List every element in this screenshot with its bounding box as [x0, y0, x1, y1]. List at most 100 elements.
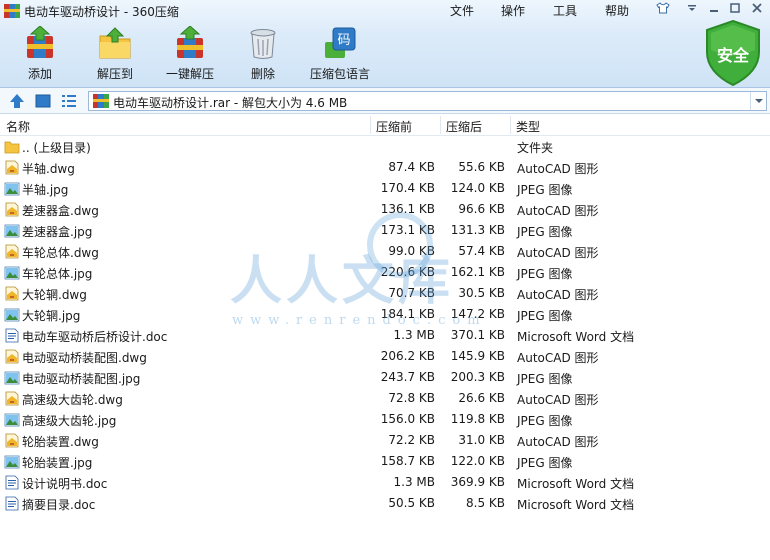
file-row[interactable]: 轮胎装置.dwg 72.2 KB 31.0 KB AutoCAD 图形	[0, 430, 770, 451]
column-divider[interactable]	[440, 116, 441, 134]
address-dropdown[interactable]	[750, 92, 766, 110]
file-original-size: 156.0 KB	[380, 412, 435, 426]
file-name: 半轴.jpg	[22, 183, 69, 197]
add-label: 添加	[27, 67, 52, 81]
file-row[interactable]: 设计说明书.doc 1.3 MB 369.9 KB Microsoft Word 文档	[0, 472, 770, 493]
file-type: AutoCAD 图形	[517, 435, 599, 449]
delete-button[interactable]: 删除	[228, 26, 298, 84]
file-type: JPEG 图像	[517, 372, 573, 386]
file-type: AutoCAD 图形	[517, 393, 599, 407]
one-click-extract-button[interactable]: 一键解压	[155, 26, 225, 84]
archive-app-icon	[4, 4, 20, 18]
file-name: 车轮总体.dwg	[22, 246, 99, 260]
file-original-size: 72.2 KB	[388, 433, 435, 447]
file-name: 电动驱动桥装配图.jpg	[22, 372, 141, 386]
skin-icon[interactable]	[654, 2, 672, 18]
file-row[interactable]: 电动驱动桥装配图.dwg 206.2 KB 145.9 KB AutoCAD 图形	[0, 346, 770, 367]
file-original-size: 72.8 KB	[388, 391, 435, 405]
column-type[interactable]: 类型	[516, 118, 540, 135]
file-row[interactable]: 高速级大齿轮.dwg 72.8 KB 26.6 KB AutoCAD 图形	[0, 388, 770, 409]
file-row[interactable]: 半轴.dwg 87.4 KB 55.6 KB AutoCAD 图形	[0, 157, 770, 178]
list-view-icon[interactable]	[60, 92, 78, 110]
dwg-file-icon	[5, 349, 19, 364]
rar-archive-icon	[93, 94, 109, 108]
file-type: Microsoft Word 文档	[517, 330, 635, 344]
add-button[interactable]: 添加	[5, 26, 75, 84]
column-original-size[interactable]: 压缩前	[376, 118, 412, 135]
file-original-size: 50.5 KB	[388, 496, 435, 510]
file-row[interactable]: 半轴.jpg 170.4 KB 124.0 KB JPEG 图像	[0, 178, 770, 199]
archive-language-button[interactable]: 码 压缩包语言	[305, 26, 375, 84]
file-name: 轮胎装置.jpg	[22, 456, 93, 470]
file-row[interactable]: 大轮辋.dwg 70.7 KB 30.5 KB AutoCAD 图形	[0, 283, 770, 304]
file-row[interactable]: 差速器盒.dwg 136.1 KB 96.6 KB AutoCAD 图形	[0, 199, 770, 220]
file-name: .. (上级目录)	[22, 141, 91, 155]
file-name: 高速级大齿轮.jpg	[22, 414, 117, 428]
dwg-file-icon	[5, 391, 19, 406]
security-label: 安全	[716, 46, 749, 65]
dwg-file-icon	[5, 433, 19, 448]
file-name: 半轴.dwg	[22, 162, 75, 176]
menu-operation[interactable]: 操作	[499, 2, 527, 19]
file-packed-size: 124.0 KB	[450, 181, 505, 195]
up-level-icon[interactable]	[8, 92, 26, 110]
column-divider[interactable]	[510, 116, 511, 134]
file-packed-size: 162.1 KB	[450, 265, 505, 279]
file-row[interactable]: 差速器盒.jpg 173.1 KB 131.3 KB JPEG 图像	[0, 220, 770, 241]
file-type: AutoCAD 图形	[517, 351, 599, 365]
file-packed-size: 57.4 KB	[458, 244, 505, 258]
security-shield[interactable]: 安全	[704, 19, 762, 87]
jpg-file-icon	[4, 224, 20, 238]
file-packed-size: 200.3 KB	[450, 370, 505, 384]
file-type: JPEG 图像	[517, 183, 573, 197]
icon-view-icon[interactable]	[34, 92, 52, 110]
jpg-file-icon	[4, 371, 20, 385]
file-row[interactable]: 轮胎装置.jpg 158.7 KB 122.0 KB JPEG 图像	[0, 451, 770, 472]
extract-to-button[interactable]: 解压到	[80, 26, 150, 84]
minimize-icon[interactable]	[705, 2, 723, 18]
extract-folder-icon	[99, 27, 131, 59]
jpg-file-icon	[4, 266, 20, 280]
file-row[interactable]: 大轮辋.jpg 184.1 KB 147.2 KB JPEG 图像	[0, 304, 770, 325]
address-bar[interactable]: 电动车驱动桥设计.rar - 解包大小为 4.6 MB	[88, 91, 767, 111]
file-packed-size: 370.1 KB	[450, 328, 505, 342]
file-name: 大轮辋.dwg	[22, 288, 87, 302]
maximize-icon[interactable]	[726, 2, 744, 18]
column-divider[interactable]	[370, 116, 371, 134]
file-name: 高速级大齿轮.dwg	[22, 393, 123, 407]
file-list: .. (上级目录) 文件夹 半轴.dwg 87.4 KB 55.6 KB AutoCAD …	[0, 136, 770, 514]
file-original-size: 220.6 KB	[380, 265, 435, 279]
menu-file[interactable]: 文件	[448, 2, 476, 19]
file-packed-size: 145.9 KB	[450, 349, 505, 363]
file-row[interactable]: 摘要目录.doc 50.5 KB 8.5 KB Microsoft Word 文档	[0, 493, 770, 514]
menu-dropdown-icon[interactable]	[683, 2, 701, 18]
parent-directory-row[interactable]: .. (上级目录) 文件夹	[0, 136, 770, 157]
file-original-size: 170.4 KB	[380, 181, 435, 195]
window-title: 电动车驱动桥设计 - 360压缩	[24, 5, 179, 19]
file-name: 电动车驱动桥后桥设计.doc	[22, 330, 168, 344]
file-name: 摘要目录.doc	[22, 498, 96, 512]
delete-label: 删除	[250, 67, 275, 81]
menu-help[interactable]: 帮助	[603, 2, 631, 19]
file-row[interactable]: 高速级大齿轮.jpg 156.0 KB 119.8 KB JPEG 图像	[0, 409, 770, 430]
file-row[interactable]: 电动驱动桥装配图.jpg 243.7 KB 200.3 KB JPEG 图像	[0, 367, 770, 388]
column-name[interactable]: 名称	[6, 118, 30, 135]
menu-tools[interactable]: 工具	[551, 2, 579, 19]
file-name: 电动驱动桥装配图.dwg	[22, 351, 147, 365]
file-name: 设计说明书.doc	[22, 477, 108, 491]
file-original-size: 99.0 KB	[388, 244, 435, 258]
svg-text:码: 码	[337, 33, 350, 48]
file-row[interactable]: 车轮总体.dwg 99.0 KB 57.4 KB AutoCAD 图形	[0, 241, 770, 262]
column-packed-size[interactable]: 压缩后	[446, 118, 482, 135]
close-icon[interactable]	[748, 2, 766, 18]
file-row[interactable]: 电动车驱动桥后桥设计.doc 1.3 MB 370.1 KB Microsoft Wo…	[0, 325, 770, 346]
address-text: 电动车驱动桥设计.rar - 解包大小为 4.6 MB	[113, 96, 348, 110]
extract-to-label: 解压到	[96, 67, 133, 81]
language-code-icon: 码	[325, 27, 356, 58]
top-panel: 电动车驱动桥设计 - 360压缩 文件 操作 工具 帮助 添加 解压到 一键解压…	[0, 0, 770, 88]
file-row[interactable]: 车轮总体.jpg 220.6 KB 162.1 KB JPEG 图像	[0, 262, 770, 283]
dwg-file-icon	[5, 244, 19, 259]
file-type: JPEG 图像	[517, 225, 573, 239]
file-name: 差速器盒.jpg	[22, 225, 93, 239]
folder-icon	[4, 141, 20, 154]
